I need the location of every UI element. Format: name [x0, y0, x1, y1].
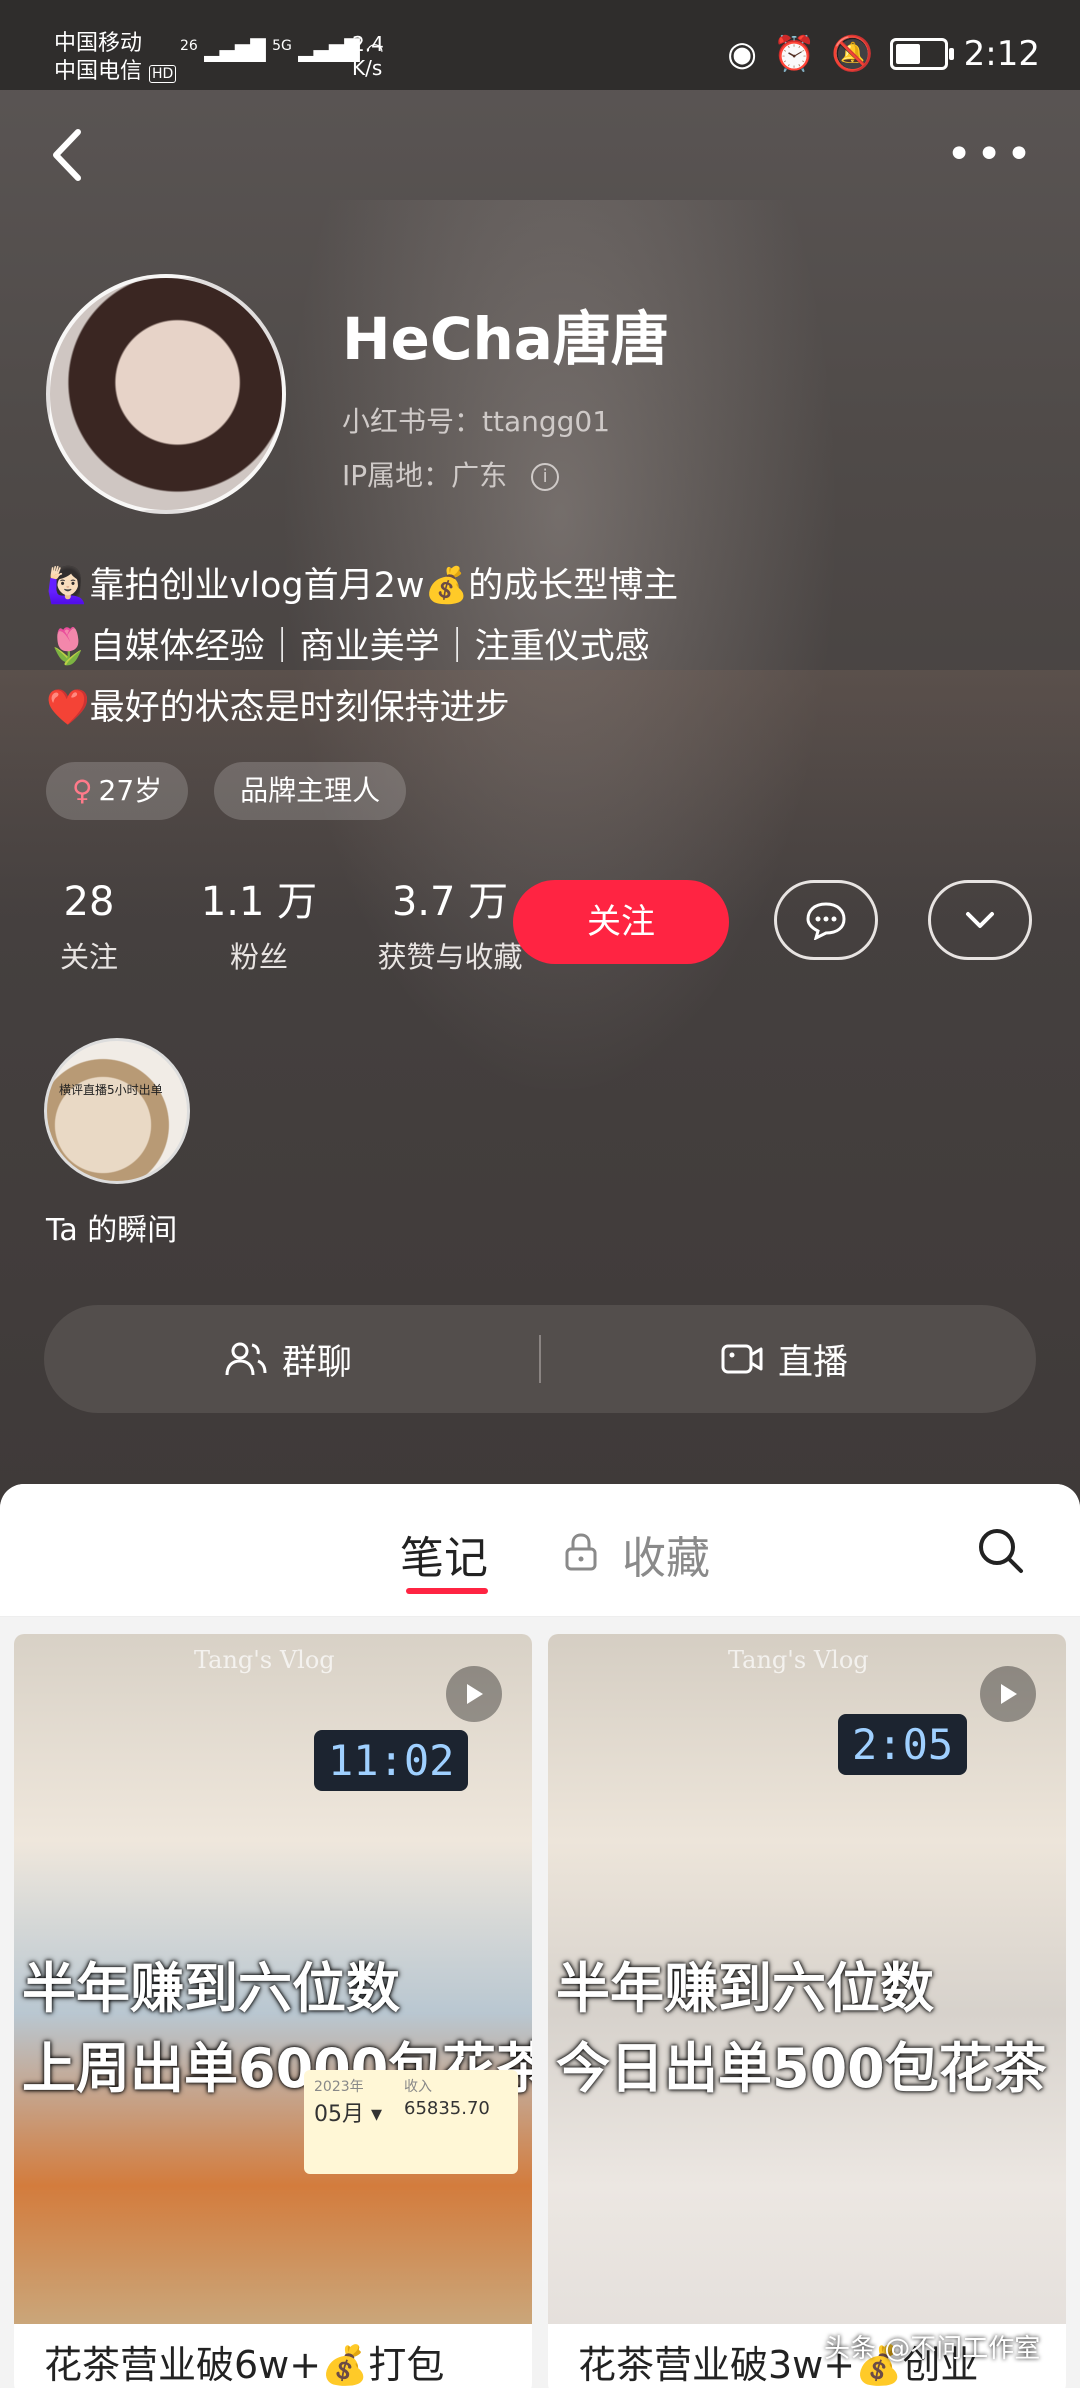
back-button[interactable]: [44, 120, 94, 190]
status-bar: 中国移动 中国电信 HD 26 ▂▄▆█ 5G ▂▄▆█ ◠ 2.4 K/s ◉…: [0, 0, 1080, 90]
net-speed: 2.4 K/s: [352, 32, 384, 80]
moment-thumbnail-caption: 横评直播5小时出单: [59, 1083, 163, 1097]
eye-icon: ◉: [727, 34, 757, 74]
age-tag: ♀ 27岁: [46, 762, 189, 820]
search-icon[interactable]: [976, 1526, 1026, 1576]
carrier-2: 中国电信: [54, 59, 143, 84]
network-1-label: 26: [180, 38, 198, 54]
ledger-amount: 65835.70: [404, 2098, 490, 2119]
cover-watermark: Tang's Vlog: [728, 1646, 869, 1674]
age-tag-label: 27岁: [98, 774, 163, 807]
cover-overlay-text-2: 今日出单500包花茶: [556, 2037, 1047, 2100]
red-id: 小红书号：ttangg01: [342, 405, 611, 438]
bio: 🙋🏻‍♀️靠拍创业vlog首月2w💰的成长型博主 🌷自媒体经验｜商业美学｜注重仪…: [46, 556, 678, 739]
tab-bar: 笔记 收藏: [0, 1484, 1080, 1617]
status-right: ◉ ⏰ 🔕 2:12: [727, 34, 1040, 74]
ip-location-text: IP属地：广东: [342, 459, 508, 492]
profile-background: [0, 0, 1080, 1500]
moment-thumbnail[interactable]: 横评直播5小时出单: [44, 1038, 190, 1184]
network-2-label: 5G: [272, 38, 292, 54]
ledger-income-label: 收入: [404, 2079, 432, 2095]
expand-button[interactable]: [928, 880, 1032, 960]
notes-sheet: 笔记 收藏 Tang's Vlog 11:02 半年赚到六位数 上周出单6000…: [0, 1484, 1080, 2388]
group-chat-label: 群聊: [282, 1342, 353, 1383]
chat-bubble-icon: [806, 902, 846, 940]
hd-badge: HD: [149, 65, 177, 83]
female-icon: ♀: [72, 774, 93, 807]
net-speed-unit: K/s: [352, 56, 383, 80]
ledger-month: 05月 ▾: [314, 2102, 383, 2127]
ledger-widget: 2023年 05月 ▾ 收入 65835.70: [304, 2070, 518, 2174]
group-chat-button[interactable]: 群聊: [224, 1305, 352, 1413]
cover-clock: 2:05: [838, 1714, 968, 1775]
cover-overlay-text-1: 半年赚到六位数: [22, 1957, 400, 2020]
carrier-1: 中国移动: [54, 31, 143, 56]
note-card[interactable]: Tang's Vlog 11:02 半年赚到六位数 上周出单6000包花茶 20…: [14, 1634, 532, 2388]
signal-icon: ▂▄▆█: [204, 38, 266, 62]
battery-icon: [889, 38, 954, 70]
lock-icon: [565, 1533, 597, 1571]
cover-clock: 11:02: [314, 1730, 469, 1791]
bio-line-2: 🌷自媒体经验｜商业美学｜注重仪式感: [46, 627, 650, 667]
bio-line-3: ❤️最好的状态是时刻保持进步: [46, 688, 510, 728]
play-icon: [446, 1666, 502, 1722]
net-speed-value: 2.4: [352, 32, 384, 56]
cover-overlay-text-1: 半年赚到六位数: [556, 1957, 934, 2020]
followers-count: 1.1 万: [200, 879, 318, 925]
followers-label: 粉丝: [229, 940, 288, 974]
tab-favorites[interactable]: 收藏: [622, 1522, 710, 1586]
profile-tags: ♀ 27岁 品牌主理人: [46, 762, 407, 820]
live-button[interactable]: 直播: [720, 1305, 848, 1413]
alarm-icon: ⏰: [772, 34, 816, 74]
bio-line-1: 🙋🏻‍♀️靠拍创业vlog首月2w💰的成长型博主: [46, 566, 679, 606]
info-icon[interactable]: i: [531, 463, 560, 491]
note-title: 花茶营业破6w+💰打包: [44, 2343, 445, 2387]
tab-active-indicator: [406, 1588, 488, 1594]
avatar[interactable]: [46, 274, 286, 514]
source-watermark: 头条 @不问工作室: [824, 2334, 1041, 2364]
chevron-down-icon: [966, 912, 994, 928]
followers-stat[interactable]: 1.1 万 粉丝: [184, 878, 334, 976]
battery-fill: [895, 44, 920, 64]
moment-label[interactable]: Ta 的瞬间: [46, 1205, 177, 1249]
action-bar: 群聊 直播: [44, 1305, 1036, 1413]
following-count: 28: [63, 879, 115, 925]
carrier-info: 中国移动 中国电信 HD: [54, 30, 177, 88]
occupation-tag: 品牌主理人: [214, 762, 407, 820]
ledger-year: 2023年: [314, 2079, 364, 2095]
ip-location: IP属地：广东 i: [342, 454, 560, 494]
following-stat[interactable]: 28 关注: [44, 878, 134, 976]
profile-stats: 28 关注 1.1 万 粉丝 3.7 万 获赞与收藏: [46, 878, 540, 976]
tab-notes[interactable]: 笔记: [400, 1522, 488, 1586]
message-button[interactable]: [774, 880, 878, 960]
live-label: 直播: [778, 1342, 849, 1383]
likes-label: 获赞与收藏: [377, 940, 523, 974]
more-dots-icon: •••: [946, 129, 1036, 180]
following-label: 关注: [59, 940, 118, 974]
profile-name: HeCha唐唐: [342, 305, 669, 373]
mute-icon: 🔕: [831, 34, 874, 74]
signal-icon-2: ▂▄▆█: [298, 38, 360, 62]
video-camera-icon: [721, 1344, 763, 1374]
play-icon: [980, 1666, 1036, 1722]
cover-watermark: Tang's Vlog: [194, 1646, 335, 1674]
chevron-left-icon: [53, 129, 81, 181]
occupation-tag-label: 品牌主理人: [240, 774, 381, 807]
follow-button[interactable]: 关注: [513, 880, 729, 964]
action-bar-divider: [539, 1335, 541, 1383]
more-options-button[interactable]: •••: [946, 133, 1036, 177]
note-card[interactable]: Tang's Vlog 2:05 半年赚到六位数 今日出单500包花茶 花茶营业…: [548, 1634, 1066, 2388]
clock-time: 2:12: [963, 34, 1040, 74]
group-icon: [225, 1342, 267, 1376]
